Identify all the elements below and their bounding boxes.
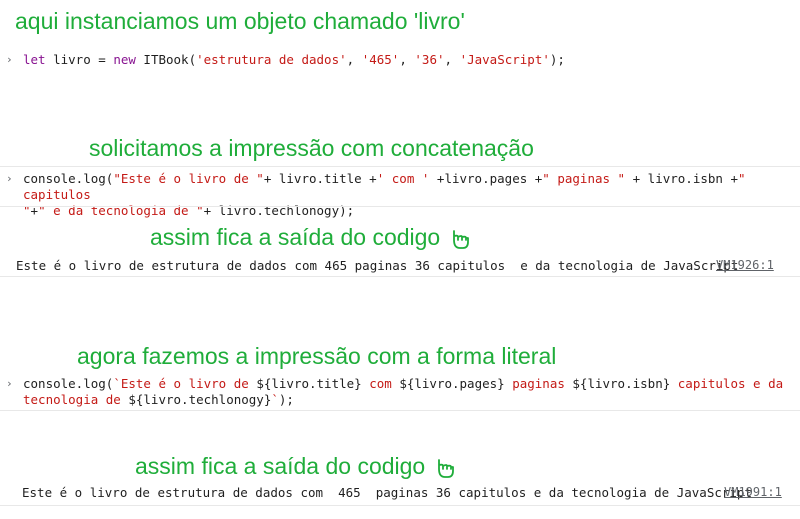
string-token: ' com ' xyxy=(376,171,430,186)
code-line: console.log(`Este é o livro de ${livro.t… xyxy=(23,376,800,392)
console-separator xyxy=(0,166,800,167)
annotation-instantiate: aqui instanciamos um objeto chamado 'liv… xyxy=(15,8,465,34)
console-separator xyxy=(0,505,800,506)
code-line: console.log("Este é o livro de "+ livro.… xyxy=(23,171,800,203)
prompt-chevron-icon: › xyxy=(6,172,13,185)
string-token: `Este é o livro de xyxy=(113,376,257,391)
code-token: ${livro.pages} xyxy=(399,376,505,391)
annotation-output-2: assim fica a saída do codigo xyxy=(135,455,456,479)
prompt-chevron-icon: › xyxy=(6,53,13,66)
code-token: ); xyxy=(278,392,294,407)
string-token: com xyxy=(361,376,400,391)
pointing-hand-icon xyxy=(452,230,469,249)
console-input-3[interactable]: › console.log(`Este é o livro de ${livro… xyxy=(0,376,800,408)
arg-title: 'estrutura de dados' xyxy=(196,52,347,67)
string-token: ` xyxy=(271,392,279,407)
annotation-text: assim fica a saída do codigo xyxy=(150,224,441,250)
source-link-vm1991[interactable]: VM1991:1 xyxy=(724,485,782,499)
code-call: ITBook( xyxy=(135,52,197,67)
string-token: capitulos e da xyxy=(670,376,784,391)
string-token: " paginas " xyxy=(542,171,626,186)
source-link-vm1926[interactable]: VM1926:1 xyxy=(716,258,774,272)
code-token: + livro.title + xyxy=(263,171,377,186)
annotation-output-1: assim fica a saída do codigo xyxy=(150,226,471,250)
output-text: Este é o livro de estrutura de dados com… xyxy=(22,485,752,500)
code-token: ${livro.techlonogy} xyxy=(128,392,272,407)
output-text: Este é o livro de estrutura de dados com… xyxy=(16,258,739,273)
code-ident: livro = xyxy=(45,52,114,67)
console-input-2[interactable]: › console.log("Este é o livro de "+ livr… xyxy=(0,171,800,219)
prompt-chevron-icon: › xyxy=(6,377,13,390)
code-line: tecnologia de ${livro.techlonogy}`); xyxy=(23,392,800,408)
console-separator xyxy=(0,410,800,411)
pointing-hand-icon xyxy=(437,459,454,478)
code-token: + livro.isbn + xyxy=(625,171,738,186)
console-separator xyxy=(0,206,800,207)
console-output-1: Este é o livro de estrutura de dados com… xyxy=(0,258,800,274)
string-token: paginas xyxy=(504,376,573,391)
console-input-1[interactable]: › let livro = new ITBook('estrutura de d… xyxy=(0,52,800,68)
code-token: ${livro.isbn} xyxy=(572,376,671,391)
keyword-new: new xyxy=(113,52,136,67)
arg-pages: '465' xyxy=(361,52,400,67)
code-token: console.log( xyxy=(23,376,114,391)
string-token: tecnologia de xyxy=(23,392,129,407)
code-token: ${livro.title} xyxy=(256,376,362,391)
annotation-text: assim fica a saída do codigo xyxy=(135,453,426,479)
code-end: ); xyxy=(549,52,565,67)
arg-isbn: '36' xyxy=(414,52,445,67)
string-token: "Este é o livro de " xyxy=(113,171,264,186)
annotation-literal: agora fazemos a impressão com a forma li… xyxy=(77,343,557,369)
code-token: console.log( xyxy=(23,171,114,186)
keyword-let: let xyxy=(23,52,46,67)
console-output-2: Este é o livro de estrutura de dados com… xyxy=(0,485,800,501)
console-separator xyxy=(0,276,800,277)
arg-tech: 'JavaScript' xyxy=(459,52,550,67)
code-token: +livro.pages + xyxy=(429,171,543,186)
annotation-concatenation: solicitamos a impressão com concatenação xyxy=(89,135,534,161)
